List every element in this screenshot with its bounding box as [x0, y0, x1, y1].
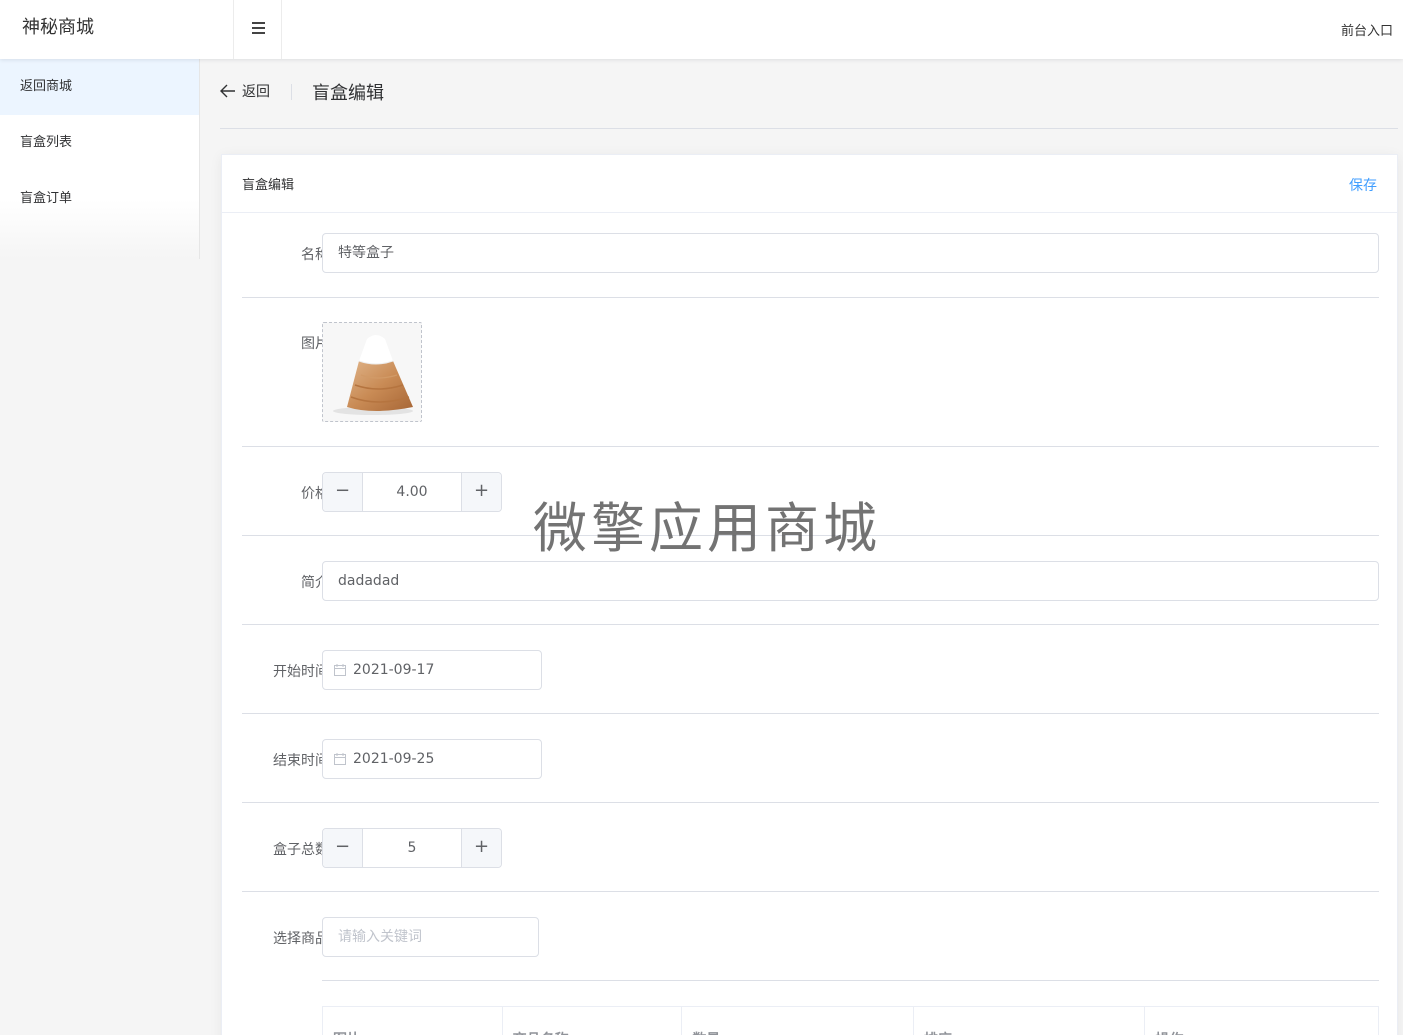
page-title: 盲盒编辑: [312, 83, 384, 104]
box-total-value[interactable]: 5: [363, 829, 461, 867]
intro-input[interactable]: dadadad: [322, 561, 1379, 601]
arrow-left-icon: [220, 84, 235, 98]
box-total-decrease-button[interactable]: −: [323, 829, 363, 867]
end-time-picker[interactable]: 2021-09-25: [322, 739, 542, 779]
product-image: [323, 323, 421, 421]
menu-toggle-icon[interactable]: [235, 0, 282, 59]
select-goods-label: 选择商品: [273, 931, 329, 947]
card-title: 盲盒编辑: [242, 178, 295, 193]
save-button[interactable]: 保存: [1349, 175, 1377, 195]
watermark: 微擎应用商城: [533, 497, 881, 560]
start-time-value: 2021-09-17: [353, 662, 435, 678]
edit-card: 盲盒编辑 保存 名称 特等盒子 图片 价格 − 4.00 + 简介 dadada…: [221, 154, 1398, 1035]
end-time-value: 2021-09-25: [353, 751, 435, 767]
table-col-sort: 排序: [914, 1007, 1146, 1035]
form-row-image: 图片: [242, 298, 1379, 447]
start-time-picker[interactable]: 2021-09-17: [322, 650, 542, 690]
form-row-end-time: 结束时间 2021-09-25: [242, 714, 1379, 803]
calendar-icon: [334, 664, 346, 676]
form-row-start-time: 开始时间 2021-09-17: [242, 625, 1379, 714]
brand: 神秘商城: [0, 0, 234, 59]
table-col-quantity: 数量: [682, 1007, 914, 1035]
form-row-box-total: 盒子总数 − 5 +: [242, 803, 1379, 892]
calendar-icon: [334, 753, 346, 765]
goods-search-input[interactable]: 请输入关键词: [322, 917, 539, 957]
front-entrance-link[interactable]: 前台入口: [1341, 20, 1393, 39]
goods-table-header: 图片 商品名称 数量 排序 操作: [322, 1006, 1379, 1035]
price-decrease-button[interactable]: −: [323, 473, 363, 511]
box-total-label: 盒子总数: [273, 842, 329, 858]
divider: [322, 980, 1379, 981]
back-button[interactable]: 返回: [220, 81, 270, 101]
box-total-increase-button[interactable]: +: [461, 829, 501, 867]
sidebar-item-back-to-mall[interactable]: 返回商城: [0, 59, 199, 115]
box-total-stepper[interactable]: − 5 +: [322, 828, 502, 868]
top-bar: 神秘商城 前台入口: [0, 0, 1403, 59]
sidebar: 返回商城 盲盒列表 盲盒订单: [0, 59, 200, 259]
end-time-label: 结束时间: [273, 753, 329, 769]
sidebar-item-blindbox-list[interactable]: 盲盒列表: [0, 115, 199, 171]
table-col-action: 操作: [1145, 1007, 1378, 1035]
form-row-select-goods: 选择商品 请输入关键词: [242, 892, 1379, 981]
name-input[interactable]: 特等盒子: [322, 233, 1379, 273]
sidebar-item-blindbox-orders[interactable]: 盲盒订单: [0, 171, 199, 227]
divider: [291, 84, 292, 100]
form-row-name: 名称 特等盒子: [242, 213, 1379, 298]
price-value[interactable]: 4.00: [363, 473, 461, 511]
card-header: 盲盒编辑 保存: [222, 155, 1397, 213]
start-time-label: 开始时间: [273, 664, 329, 680]
back-label: 返回: [242, 84, 270, 100]
page-header: 返回 盲盒编辑: [220, 59, 1398, 129]
table-col-image: 图片: [323, 1007, 503, 1035]
table-col-goods-name: 商品名称: [503, 1007, 683, 1035]
brand-title: 神秘商城: [22, 17, 94, 38]
price-stepper[interactable]: − 4.00 +: [322, 472, 502, 512]
price-increase-button[interactable]: +: [461, 473, 501, 511]
image-uploader[interactable]: [322, 322, 422, 422]
